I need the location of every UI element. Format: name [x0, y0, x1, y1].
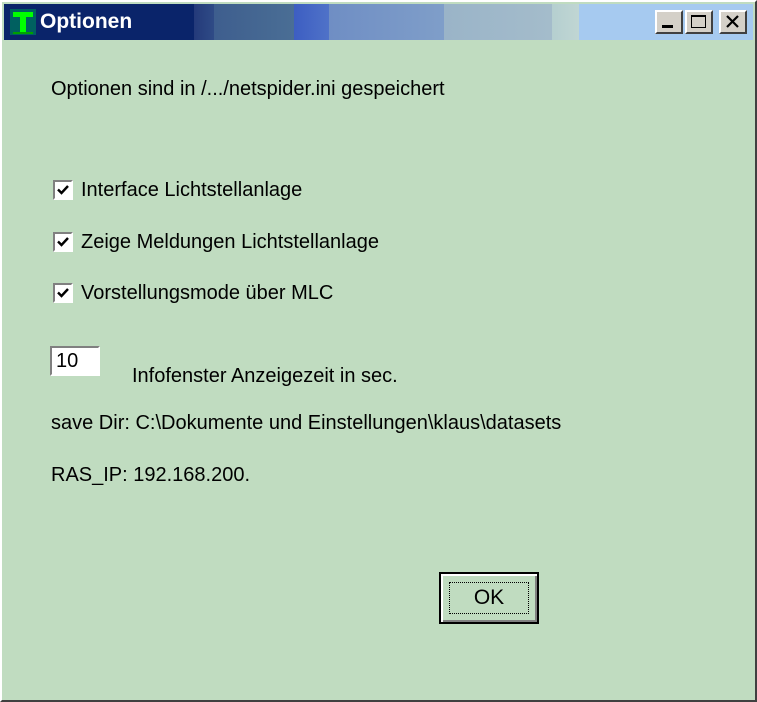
ok-button[interactable]: OK: [439, 572, 539, 624]
info-duration-label: Infofenster Anzeigezeit in sec.: [132, 365, 398, 387]
checkbox-vorstellungsmode[interactable]: [53, 283, 73, 303]
close-button[interactable]: [719, 10, 747, 34]
checkbox-zeige-meldungen[interactable]: [53, 232, 73, 252]
checkbox-label[interactable]: Vorstellungsmode über MLC: [81, 281, 333, 305]
options-dialog: Optionen Optionen sind in /.../netspider…: [0, 0, 757, 702]
title-bar[interactable]: Optionen: [4, 4, 753, 40]
ras-ip-text: RAS_IP: 192.168.200.: [51, 464, 251, 486]
checkbox-interface-lichtstellanlage[interactable]: [53, 180, 73, 200]
save-dir-text: save Dir: C:\Dokumente und Einstellungen…: [51, 412, 562, 434]
close-icon: [726, 15, 739, 28]
ini-location-text: Optionen sind in /.../netspider.ini gesp…: [51, 78, 445, 100]
tree-t-icon: [10, 9, 36, 35]
info-duration-input[interactable]: [50, 346, 100, 376]
checkmark-icon: [57, 237, 69, 247]
checkmark-icon: [57, 288, 69, 298]
checkbox-label[interactable]: Zeige Meldungen Lichtstellanlage: [81, 230, 379, 254]
minimize-button[interactable]: [655, 10, 683, 34]
checkbox-label[interactable]: Interface Lichtstellanlage: [81, 178, 302, 202]
maximize-button[interactable]: [685, 10, 713, 34]
ok-button-label: OK: [449, 582, 529, 614]
window-title: Optionen: [40, 10, 133, 33]
maximize-icon: [691, 15, 706, 28]
minimize-icon: [662, 25, 673, 28]
checkmark-icon: [57, 185, 69, 195]
